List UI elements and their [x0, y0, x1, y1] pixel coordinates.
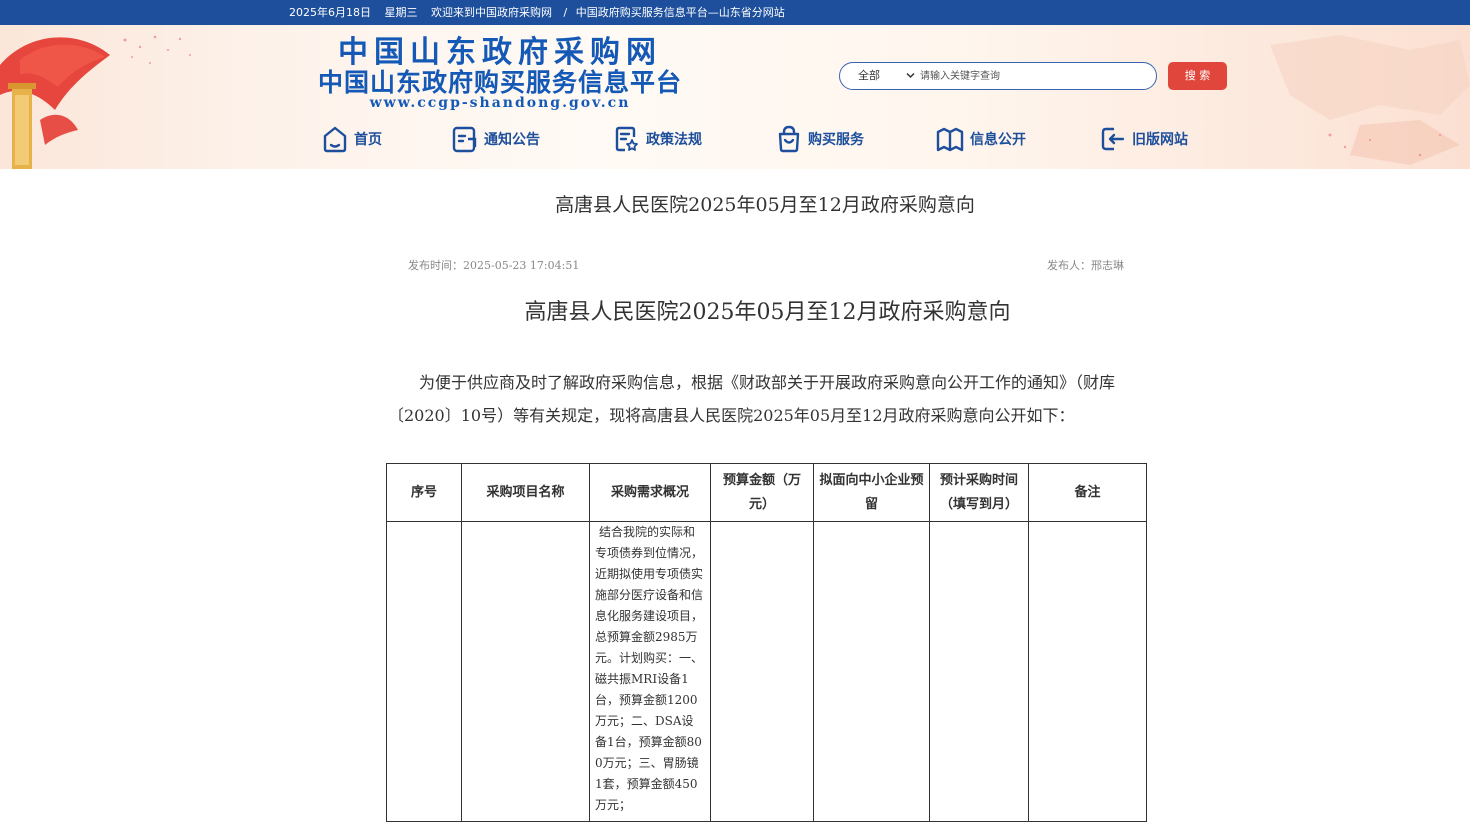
back-arrow-icon	[1101, 127, 1125, 151]
table-row: 结合我院的实际和专项债券到位情况，近期拟使用专项债实施部分医疗设备和信息化服务建…	[386, 521, 1147, 822]
logo-title: 中国山东政府采购网	[338, 35, 662, 70]
logo-subtitle: 中国山东政府购买服务信息平台	[317, 68, 682, 97]
cell-sme-reserved	[813, 521, 930, 822]
column-header: 采购项目名称	[461, 463, 590, 522]
topbar-separator: /	[563, 6, 568, 19]
welcome-link[interactable]: 欢迎来到中国政府采购网	[431, 6, 552, 19]
column-header: 预算金额（万元）	[710, 463, 814, 522]
page-title: 高唐县人民医院2025年05月至12月政府采购意向	[555, 194, 975, 216]
nav-label: 首页	[354, 132, 382, 148]
platform-link[interactable]: 中国政府购买服务信息平台—山东省分网站	[576, 6, 785, 19]
nav-label: 信息公开	[970, 132, 1026, 148]
top-bar-content: 2025年6月18日 星期三 欢迎来到中国政府采购网 / 中国政府购买服务信息平…	[289, 0, 795, 25]
cell-budget	[710, 521, 814, 822]
site-header: 中国山东政府采购网 中国山东政府购买服务信息平台 www.ccgp-shando…	[0, 25, 1470, 169]
column-header: 序号	[386, 463, 462, 522]
nav-item-notice[interactable]: 通知公告	[452, 124, 540, 154]
search-input[interactable]	[920, 67, 1150, 85]
current-weekday: 星期三	[384, 6, 418, 19]
column-header: 备注	[1028, 463, 1147, 522]
home-icon	[323, 126, 347, 153]
policy-icon	[615, 126, 638, 152]
cell-project-name	[461, 521, 590, 822]
publisher: 发布人：邢志琳	[1047, 259, 1124, 272]
nav-label: 购买服务	[808, 132, 864, 148]
column-header: 预计采购时间（填写到月）	[929, 463, 1029, 522]
cell-remark	[1028, 521, 1147, 822]
description-text: 结合我院的实际和专项债券到位情况，近期拟使用专项债实施部分医疗设备和信息化服务建…	[595, 525, 704, 812]
document-title: 高唐县人民医院2025年05月至12月政府采购意向	[524, 300, 1011, 325]
procurement-table: 序号 采购项目名称 采购需求概况 预算金额（万元） 拟面向中小企业预留 预计采购…	[386, 463, 1147, 822]
chevron-down-icon	[906, 72, 915, 79]
column-header: 采购需求概况	[589, 463, 711, 522]
book-open-icon	[936, 127, 964, 152]
flag-decoration	[0, 35, 191, 169]
nav-label: 通知公告	[484, 132, 540, 148]
current-date: 2025年6月18日	[289, 6, 371, 19]
search-category-value: 全部	[858, 69, 880, 82]
nav-item-policy[interactable]: 政策法规	[614, 124, 702, 154]
nav-item-old-site[interactable]: 旧版网站	[1100, 124, 1188, 154]
column-header: 拟面向中小企业预留	[813, 463, 930, 522]
notice-icon	[452, 126, 477, 153]
cell-description: 结合我院的实际和专项债券到位情况，近期拟使用专项债实施部分医疗设备和信息化服务建…	[589, 521, 711, 822]
nav-item-purchase-service[interactable]: 购买服务	[776, 124, 864, 154]
table-header-row: 序号 采购项目名称 采购需求概况 预算金额（万元） 拟面向中小企业预留 预计采购…	[386, 463, 1147, 522]
search-category-select[interactable]: 全部	[858, 63, 916, 89]
cell-expected-time	[929, 521, 1029, 822]
nav-item-info-disclosure[interactable]: 信息公开	[936, 124, 1026, 154]
map-decoration	[1270, 35, 1470, 165]
search-box: 全部	[839, 62, 1157, 90]
publish-time: 发布时间：2025-05-23 17:04:51	[408, 259, 580, 272]
search-button[interactable]: 搜 索	[1168, 62, 1227, 90]
shopping-bag-icon	[778, 125, 800, 153]
nav-label: 旧版网站	[1132, 132, 1188, 148]
intro-paragraph: 为便于供应商及时了解政府采购信息，根据《财政部关于开展政府采购意向公开工作的通知…	[388, 373, 1116, 425]
nav-item-home[interactable]: 首页	[322, 124, 382, 154]
top-bar: 2025年6月18日 星期三 欢迎来到中国政府采购网 / 中国政府购买服务信息平…	[0, 0, 1470, 25]
logo-url: www.ccgp-shandong.gov.cn	[369, 95, 631, 111]
cell-index	[386, 521, 462, 822]
site-logo[interactable]: 中国山东政府采购网 中国山东政府购买服务信息平台 www.ccgp-shando…	[295, 37, 705, 111]
nav-label: 政策法规	[646, 132, 702, 148]
